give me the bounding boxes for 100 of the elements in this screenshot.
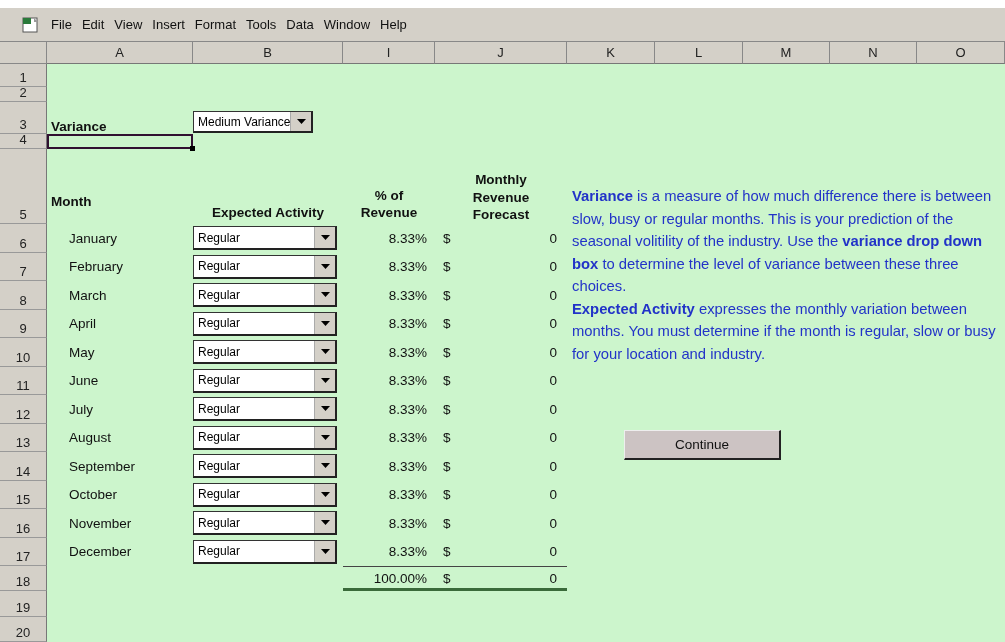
forecast-cell: 0 [549, 316, 557, 332]
percent-cell-text: 8.33% [387, 543, 428, 562]
row-header[interactable]: 5 [0, 149, 47, 224]
percent-cell-text: 8.33% [387, 315, 428, 334]
percent-cell-text: 8.33% [387, 229, 428, 248]
row-header[interactable]: 19 [0, 591, 47, 617]
month-cell-text: September [68, 457, 137, 476]
currency-sign: $ [443, 287, 451, 303]
row-header[interactable]: 17 [0, 537, 47, 566]
column-header[interactable]: L [655, 42, 743, 64]
row-header[interactable]: 10 [0, 338, 47, 367]
percent-cell-text: 8.33% [387, 400, 428, 419]
column-header[interactable]: J [435, 42, 567, 64]
row-header[interactable]: 16 [0, 509, 47, 538]
row-header[interactable]: 20 [0, 617, 47, 642]
variance-dropdown[interactable]: Medium Variance [193, 111, 313, 133]
dropdown-arrow-icon [320, 434, 330, 440]
dropdown-arrow-icon [320, 406, 330, 412]
row-header[interactable]: 13 [0, 423, 47, 452]
month-cell-text: July [68, 400, 94, 419]
row-header[interactable]: 3 [0, 102, 47, 134]
activity-dropdown[interactable]: Regular [193, 311, 337, 336]
activity-dropdown[interactable]: Regular [193, 539, 337, 564]
forecast-cell: 0 [549, 544, 557, 560]
dropdown-arrow-icon [320, 235, 330, 241]
total-percent: 100.00% [372, 570, 428, 588]
row-header[interactable]: 12 [0, 395, 47, 424]
forecast-cell: 0 [549, 287, 557, 303]
currency-sign: $ [443, 515, 451, 531]
dropdown-arrow-icon [320, 548, 330, 554]
forecast-cell: 0 [549, 458, 557, 474]
row-header[interactable]: 6 [0, 224, 47, 253]
activity-dropdown[interactable]: Regular [193, 511, 337, 536]
menu-item[interactable]: Window [318, 17, 376, 32]
menu-item[interactable]: Format [189, 17, 241, 32]
activity-dropdown[interactable]: Regular [193, 454, 337, 479]
row-header[interactable]: 8 [0, 281, 47, 310]
column-heading: Monthly Revenue Forecast [471, 171, 531, 224]
spreadsheet-icon[interactable] [22, 15, 40, 34]
percent-cell-text: 8.33% [387, 429, 428, 448]
row-header[interactable]: 2 [0, 87, 47, 102]
menu-item[interactable]: View [109, 17, 148, 32]
activity-dropdown[interactable]: Regular [193, 254, 337, 279]
column-heading: Month [50, 192, 93, 211]
month-cell-text: January [68, 229, 119, 248]
forecast-cell: 0 [549, 430, 557, 446]
activity-dropdown[interactable]: Regular [193, 226, 337, 251]
activity-dropdown[interactable]: Regular [193, 397, 337, 422]
instructions-text: Expected Activity expresses the monthly variation between months. You must determine if the month is regular, slow or busy for your location and industry. [572, 299, 997, 364]
continue-button[interactable]: Continue [624, 430, 781, 460]
row-header[interactable]: 11 [0, 366, 47, 395]
column-header[interactable]: A [47, 42, 193, 64]
column-header[interactable]: M [743, 42, 830, 64]
percent-cell-text: 8.33% [387, 286, 428, 305]
row-header[interactable]: 15 [0, 480, 47, 509]
row-header[interactable]: 14 [0, 452, 47, 481]
activity-dropdown[interactable]: Regular [193, 340, 337, 365]
currency-sign: $ [443, 430, 451, 446]
column-header[interactable]: B [193, 42, 343, 64]
dropdown-arrow-icon [320, 520, 330, 526]
column-header[interactable]: K [567, 42, 655, 64]
percent-cell-text: 8.33% [387, 258, 428, 277]
activity-dropdown[interactable]: Regular [193, 283, 337, 308]
menu-item[interactable]: Tools [241, 17, 282, 32]
menu-item[interactable]: File [46, 17, 77, 32]
row-header[interactable]: 7 [0, 252, 47, 281]
activity-dropdown[interactable]: Regular [193, 425, 337, 450]
dropdown-arrow-icon [296, 119, 306, 124]
currency-sign: $ [443, 344, 451, 360]
month-cell-text: November [68, 514, 133, 533]
forecast-cell: 0 [549, 401, 557, 417]
column-header[interactable]: I [343, 42, 435, 64]
dropdown-arrow-icon [320, 320, 330, 326]
active-cell[interactable] [47, 134, 193, 149]
percent-cell-text: 8.33% [387, 514, 428, 533]
dropdown-arrow-icon [320, 377, 330, 383]
percent-cell-text: 8.33% [387, 457, 428, 476]
row-header[interactable]: 9 [0, 309, 47, 338]
dropdown-arrow-icon [320, 349, 330, 355]
row-header[interactable]: 1 [0, 64, 47, 87]
dropdown-arrow-icon [320, 491, 330, 497]
percent-cell-text: 8.33% [387, 486, 428, 505]
row-header[interactable]: 4 [0, 134, 47, 149]
row-header[interactable]: 18 [0, 566, 47, 591]
currency-sign: $ [443, 316, 451, 332]
variance-label: Variance [50, 118, 108, 134]
currency-sign: $ [443, 487, 451, 503]
activity-dropdown[interactable]: Regular [193, 482, 337, 507]
menu-item[interactable]: Help [375, 17, 412, 32]
month-cell-text: October [68, 486, 119, 505]
percent-cell-text: 8.33% [387, 343, 428, 362]
forecast-cell: 0 [549, 230, 557, 246]
forecast-cell: 0 [549, 373, 557, 389]
activity-dropdown[interactable]: Regular [193, 368, 337, 393]
menu-item[interactable]: Data [281, 17, 319, 32]
column-header[interactable]: N [830, 42, 917, 64]
column-header[interactable]: O [917, 42, 1005, 64]
menu-item[interactable]: Edit [76, 17, 110, 32]
forecast-cell: 0 [549, 259, 557, 275]
menu-item[interactable]: Insert [147, 17, 190, 32]
